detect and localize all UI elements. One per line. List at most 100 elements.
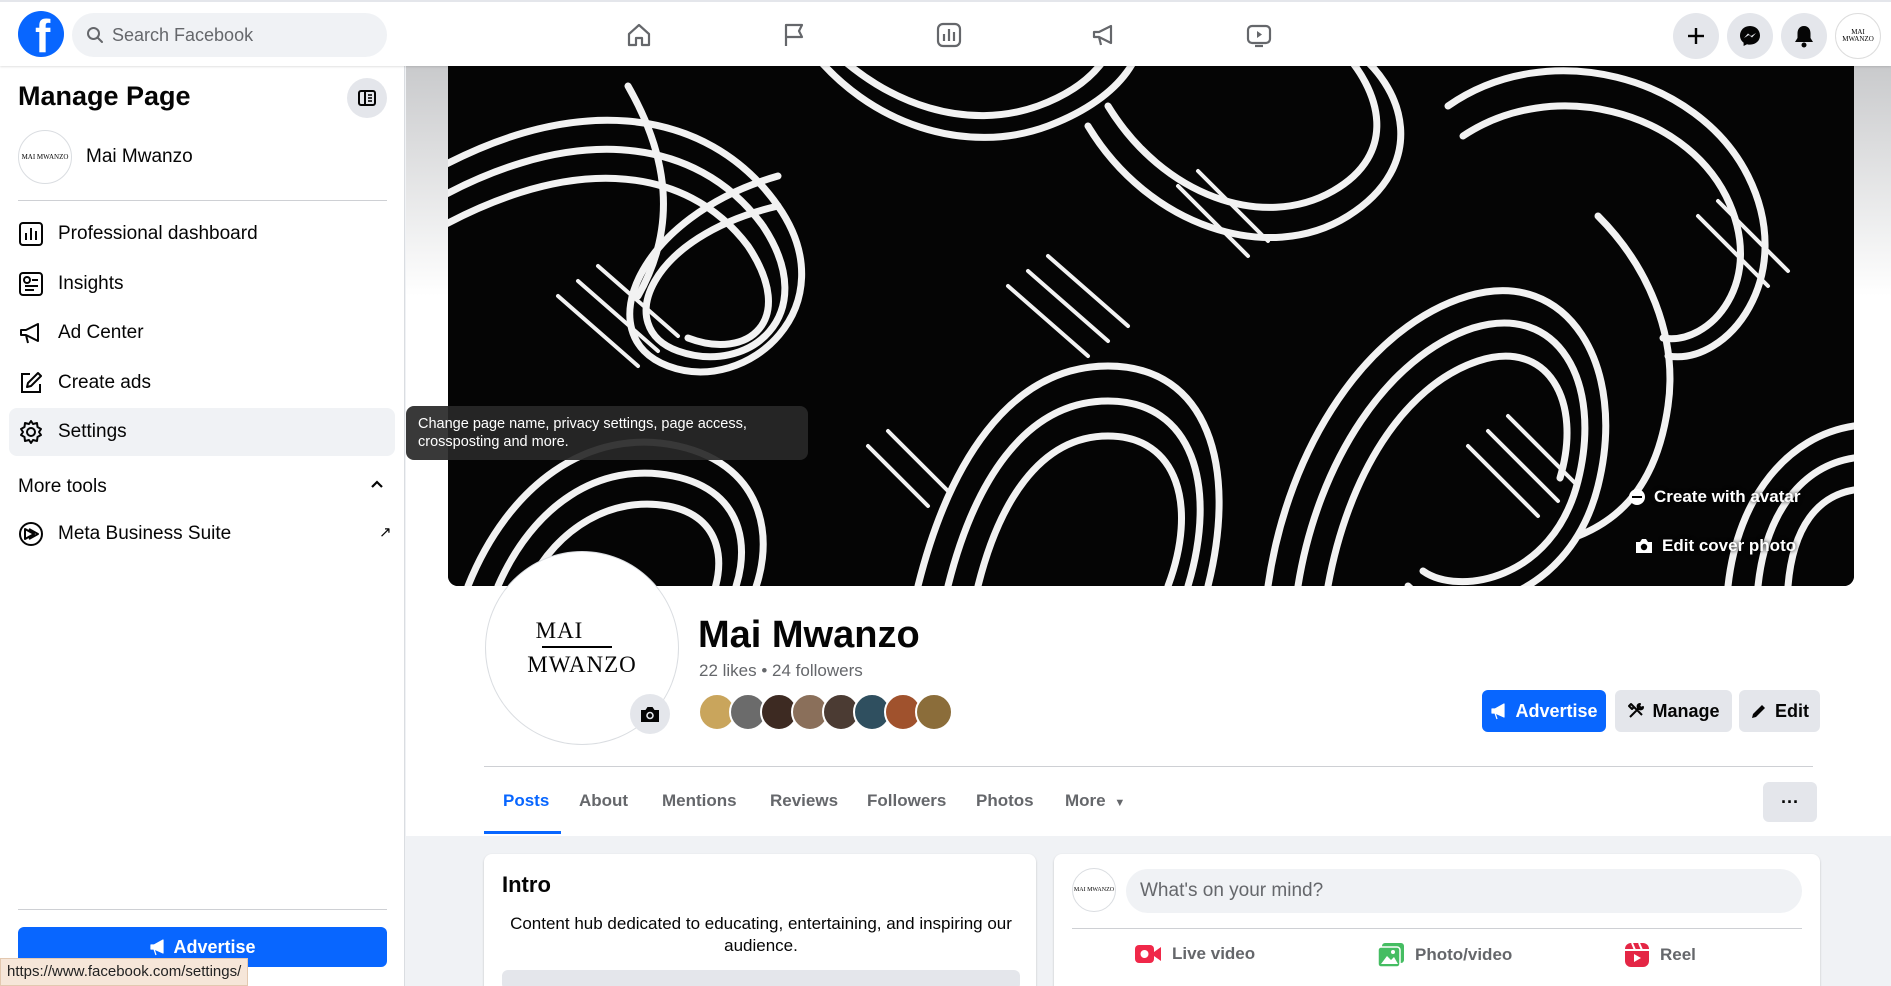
insights-icon[interactable] xyxy=(923,15,975,55)
intro-title: Intro xyxy=(502,872,551,897)
reel-label: Reel xyxy=(1660,945,1696,964)
manage-label: Manage xyxy=(1652,700,1720,721)
tools-icon xyxy=(1628,703,1645,718)
megaphone-icon xyxy=(1491,703,1506,720)
tab-more[interactable]: More ▼ xyxy=(1065,791,1125,811)
more-tools-heading[interactable]: More tools xyxy=(18,476,107,498)
video-icon[interactable] xyxy=(1233,15,1285,55)
search-box[interactable] xyxy=(72,13,387,57)
live-video-button[interactable]: Live video xyxy=(1134,942,1255,966)
search-input[interactable] xyxy=(112,13,372,57)
tab-more-label: More xyxy=(1065,791,1106,810)
edit-button[interactable]: Edit xyxy=(1739,690,1820,732)
sidebar-item-insights[interactable]: Insights xyxy=(9,260,395,308)
facebook-logo[interactable]: f xyxy=(18,11,64,59)
sidebar-item-label: Ad Center xyxy=(58,322,144,343)
sidebar-item-label: Meta Business Suite xyxy=(58,523,232,544)
home-icon[interactable] xyxy=(613,15,665,55)
avatar-icon xyxy=(1629,489,1645,505)
tab-reviews[interactable]: Reviews xyxy=(770,791,838,811)
insights-icon xyxy=(17,270,45,298)
profile-logo-line2: MWANZO xyxy=(527,652,637,677)
edit-cover-photo-button[interactable]: Edit cover photo xyxy=(1634,536,1796,556)
sidebar-item-label: Insights xyxy=(58,273,124,294)
sidebar-item-settings[interactable]: Settings xyxy=(9,408,395,456)
reel-icon xyxy=(1625,942,1649,967)
chevron-up-icon[interactable] xyxy=(369,476,385,497)
sidebar-divider xyxy=(18,200,387,201)
composer-card: MAI MWANZO Live video Photo/video Reel xyxy=(1054,854,1820,986)
intro-card: Intro Content hub dedicated to educating… xyxy=(484,854,1036,986)
profile-logo-rule xyxy=(542,646,612,648)
sidebar-item-meta-business-suite[interactable]: Meta Business Suite ↗ xyxy=(9,510,395,558)
follower-avatar[interactable] xyxy=(915,693,953,731)
edit-cover-photo-label: Edit cover photo xyxy=(1662,536,1797,555)
pencil-icon xyxy=(1752,705,1765,718)
flag-icon[interactable] xyxy=(768,15,820,55)
composer-avatar: MAI MWANZO xyxy=(1072,868,1116,912)
live-video-icon xyxy=(1135,945,1161,963)
search-icon xyxy=(87,27,103,43)
bell-icon[interactable] xyxy=(1781,13,1827,59)
sidebar-divider xyxy=(18,909,387,910)
cover-photo[interactable]: Create with avatar Edit cover photo xyxy=(448,66,1854,586)
manage-page-sidebar: Manage Page MAI MWANZO Mai Mwanzo Profes… xyxy=(0,66,405,986)
intro-bio: Content hub dedicated to educating, ente… xyxy=(510,914,1012,955)
sidebar-item-label: Professional dashboard xyxy=(58,223,258,244)
intro-edit-bio-button[interactable] xyxy=(502,970,1020,986)
composer-divider xyxy=(1072,928,1802,929)
page-main-content: Create with avatar Edit cover photo MAI … xyxy=(406,66,1891,986)
sidebar-item-create-ads[interactable]: Create ads xyxy=(9,359,395,407)
update-profile-picture-button[interactable] xyxy=(630,694,670,734)
tab-photos[interactable]: Photos xyxy=(976,791,1034,811)
edit-label: Edit xyxy=(1775,700,1809,721)
reel-button[interactable]: Reel xyxy=(1624,942,1696,968)
dashboard-icon xyxy=(17,220,45,248)
sidebar-item-ad-center[interactable]: Ad Center xyxy=(9,309,395,357)
photo-video-label: Photo/video xyxy=(1415,945,1513,964)
account-avatar[interactable]: MAI MWANZO xyxy=(1835,13,1881,59)
top-navigation-bar: f MAI MWANZO xyxy=(0,0,1891,66)
profile-logo-line1: MAI xyxy=(535,618,584,643)
link-status-bar: https://www.facebook.com/settings/ xyxy=(0,958,249,986)
tab-posts[interactable]: Posts xyxy=(503,791,549,811)
cover-art xyxy=(448,66,1854,586)
camera-icon xyxy=(1636,539,1652,553)
advertise-button[interactable]: Advertise xyxy=(1482,690,1606,732)
settings-tooltip: Change page name, privacy settings, page… xyxy=(406,406,808,460)
caret-down-icon: ▼ xyxy=(1114,797,1126,809)
create-with-avatar-button[interactable]: Create with avatar xyxy=(1628,487,1800,507)
megaphone-icon xyxy=(17,319,45,347)
meta-business-suite-icon xyxy=(17,520,45,548)
collapse-sidebar-icon[interactable] xyxy=(347,78,387,118)
external-link-icon: ↗ xyxy=(379,524,392,541)
active-tab-indicator xyxy=(484,831,561,834)
manage-button[interactable]: Manage xyxy=(1615,690,1732,732)
sidebar-title: Manage Page xyxy=(18,81,191,111)
page-name: Mai Mwanzo xyxy=(698,614,920,656)
sidebar-page-name: Mai Mwanzo xyxy=(86,146,193,167)
sidebar-page-switcher[interactable]: MAI MWANZO Mai Mwanzo xyxy=(18,130,388,186)
more-options-button[interactable]: ··· xyxy=(1763,782,1817,822)
camera-icon xyxy=(641,707,659,722)
megaphone-icon[interactable] xyxy=(1078,15,1130,55)
page-avatar: MAI MWANZO xyxy=(18,130,72,184)
sidebar-item-label: Settings xyxy=(58,421,127,442)
composer-input[interactable] xyxy=(1126,869,1802,913)
photo-video-button[interactable]: Photo/video xyxy=(1377,942,1512,968)
tab-followers[interactable]: Followers xyxy=(867,791,946,811)
header-divider xyxy=(484,766,1813,767)
tab-mentions[interactable]: Mentions xyxy=(662,791,737,811)
gear-icon xyxy=(17,418,45,446)
messenger-icon[interactable] xyxy=(1727,13,1773,59)
tab-about[interactable]: About xyxy=(579,791,628,811)
create-plus-icon[interactable] xyxy=(1673,13,1719,59)
megaphone-icon xyxy=(150,939,165,956)
create-with-avatar-label: Create with avatar xyxy=(1654,487,1801,506)
page-stats[interactable]: 22 likes • 24 followers xyxy=(699,661,863,681)
sidebar-item-professional-dashboard[interactable]: Professional dashboard xyxy=(9,210,395,258)
photo-icon xyxy=(1377,943,1404,968)
live-video-label: Live video xyxy=(1172,944,1256,963)
edit-icon xyxy=(17,369,45,397)
advertise-label: Advertise xyxy=(1515,700,1598,721)
